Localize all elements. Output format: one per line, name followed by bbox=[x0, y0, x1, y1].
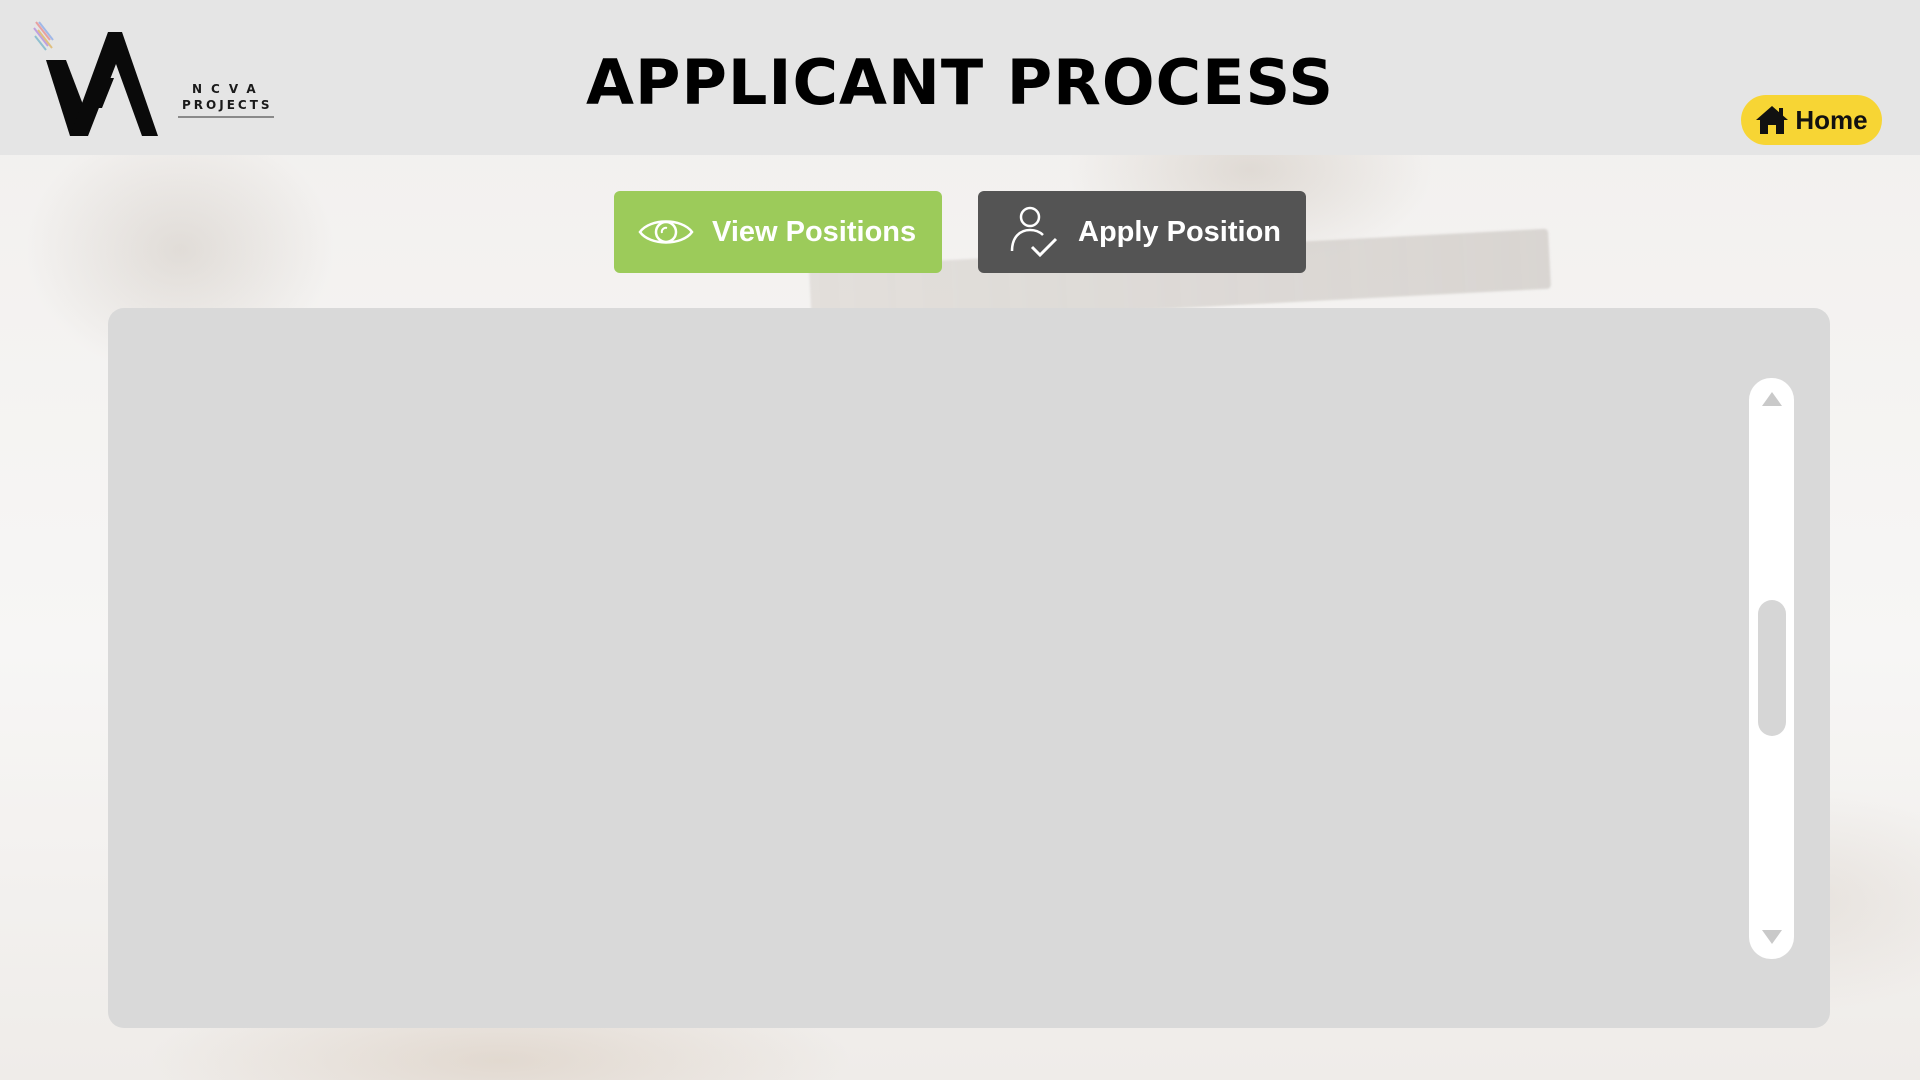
apply-position-label: Apply Position bbox=[1078, 215, 1281, 248]
header-bar: NCVA PROJECTS APPLICANT PROCESS Home bbox=[0, 0, 1920, 155]
view-positions-button[interactable]: View Positions bbox=[614, 191, 942, 273]
scroll-up-arrow-icon[interactable] bbox=[1762, 392, 1782, 406]
user-check-icon bbox=[1010, 206, 1058, 258]
view-positions-label: View Positions bbox=[712, 215, 917, 248]
scroll-down-arrow-icon[interactable] bbox=[1762, 930, 1782, 944]
home-icon bbox=[1756, 106, 1789, 134]
content-panel bbox=[108, 308, 1830, 1028]
home-button-label: Home bbox=[1795, 104, 1868, 135]
scrollbar-thumb[interactable] bbox=[1758, 600, 1786, 736]
home-button[interactable]: Home bbox=[1741, 95, 1882, 145]
page-title: APPLICANT PROCESS bbox=[586, 46, 1334, 119]
apply-position-button[interactable]: Apply Position bbox=[978, 191, 1306, 273]
eye-icon bbox=[638, 220, 694, 244]
